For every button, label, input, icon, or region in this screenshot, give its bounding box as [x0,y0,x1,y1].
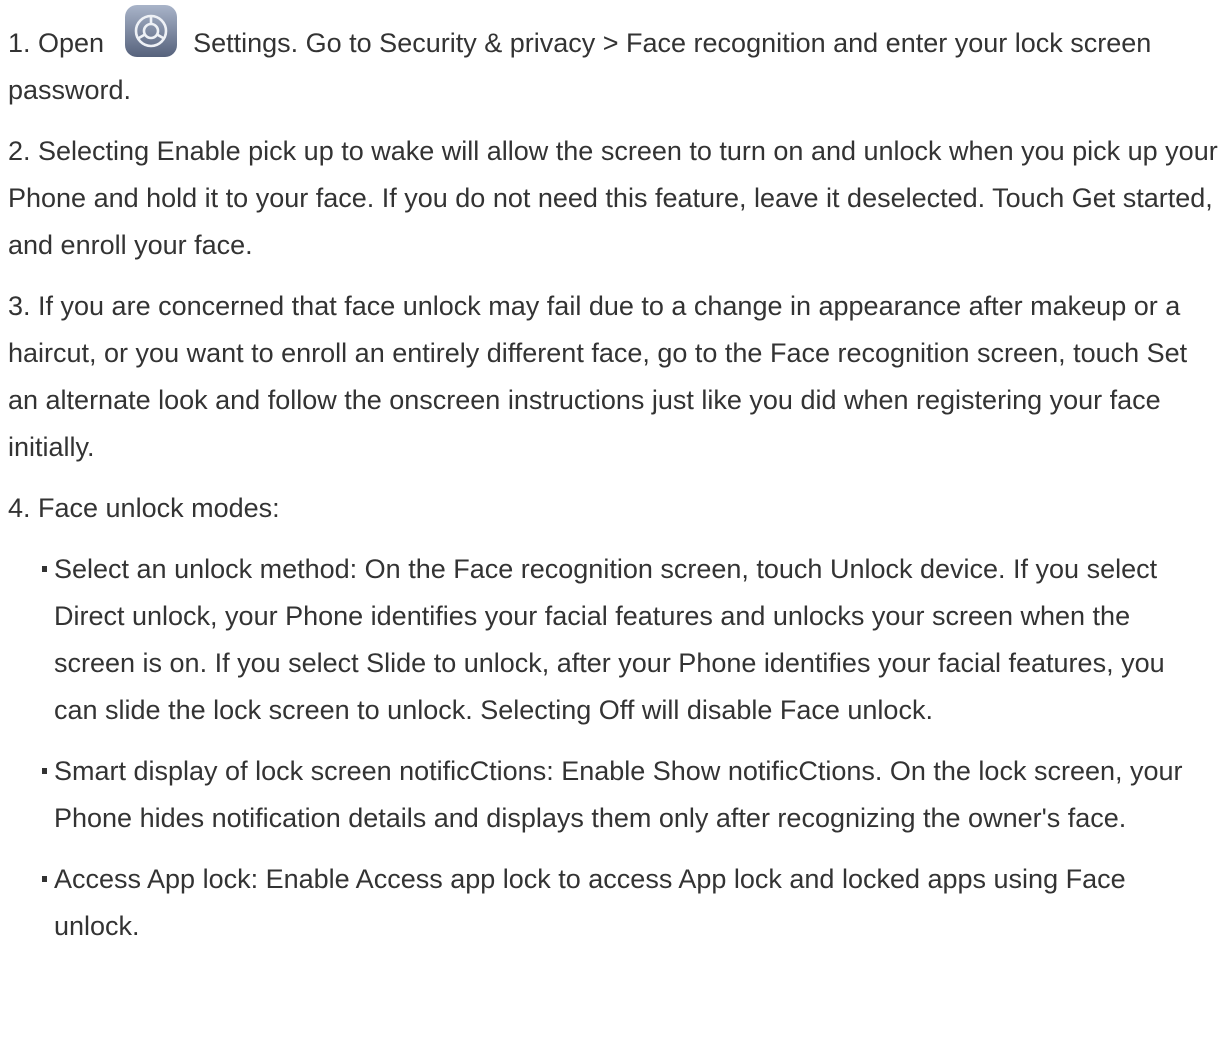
face-unlock-modes-list: Select an unlock method: On the Face rec… [8,546,1218,950]
settings-gear-icon [124,4,178,58]
step-4-heading: 4. Face unlock modes: [8,493,280,523]
instructions-document: 1. Open Settings. Go to Security & priva… [0,0,1218,950]
list-item-app-lock: Access App lock: Enable Access app lock … [42,856,1218,950]
step-1: 1. Open Settings. Go to Security & priva… [8,4,1218,114]
step-1-suffix: Settings. Go to Security & privacy > Fac… [8,28,1152,105]
list-item-unlock-method: Select an unlock method: On the Face rec… [42,546,1218,734]
step-3: 3. If you are concerned that face unlock… [8,291,1188,462]
step-2: 2. Selecting Enable pick up to wake will… [8,136,1218,260]
list-item-smart-display: Smart display of lock screen notificCtio… [42,748,1218,842]
step-1-prefix: 1. Open [8,28,112,58]
